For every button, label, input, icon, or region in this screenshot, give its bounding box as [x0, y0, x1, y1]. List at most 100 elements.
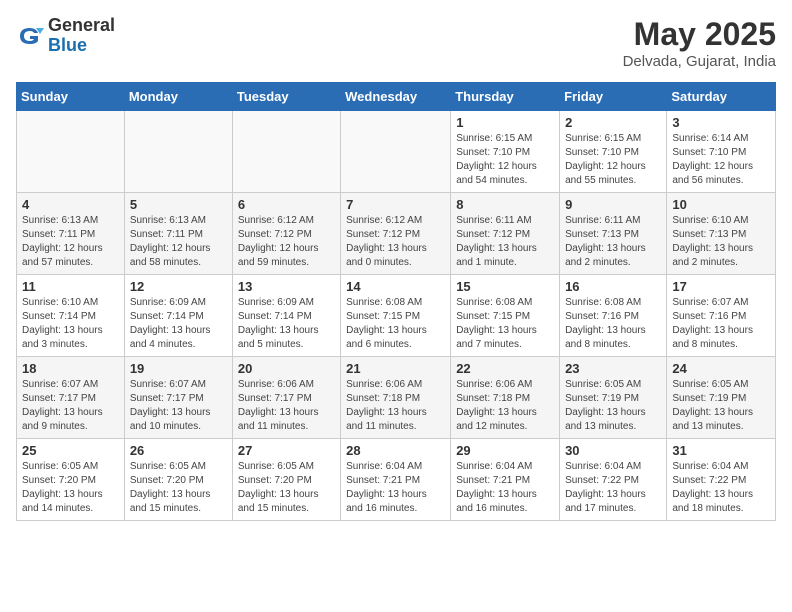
- calendar-week-row: 25 Sunrise: 6:05 AM Sunset: 7:20 PM Dayli…: [17, 439, 776, 521]
- day-info: Sunrise: 6:06 AM Sunset: 7:18 PM Dayligh…: [456, 378, 554, 434]
- day-info: Sunrise: 6:05 AM Sunset: 7:19 PM Dayligh…: [672, 378, 770, 434]
- day-number: 15: [456, 279, 554, 294]
- calendar-cell: 3 Sunrise: 6:14 AM Sunset: 7:10 PM Daylig…: [667, 111, 776, 193]
- day-number: 3: [672, 115, 770, 130]
- calendar-cell: 7 Sunrise: 6:12 AM Sunset: 7:12 PM Daylig…: [341, 193, 451, 275]
- weekday-header-sunday: Sunday: [17, 83, 125, 111]
- calendar-cell: 6 Sunrise: 6:12 AM Sunset: 7:12 PM Daylig…: [232, 193, 340, 275]
- day-number: 28: [346, 443, 445, 458]
- calendar-cell: 23 Sunrise: 6:05 AM Sunset: 7:19 PM Dayli…: [560, 357, 667, 439]
- calendar-cell: 12Sunrise: 6:09 AM Sunset: 7:14 PM Dayli…: [124, 275, 232, 357]
- day-info: Sunrise: 6:05 AM Sunset: 7:20 PM Dayligh…: [22, 460, 119, 516]
- title-area: May 2025 Delvada, Gujarat, India: [623, 16, 776, 70]
- calendar-cell: 21 Sunrise: 6:06 AM Sunset: 7:18 PM Dayli…: [341, 357, 451, 439]
- location-subtitle: Delvada, Gujarat, India: [623, 53, 776, 70]
- calendar-cell: 17Sunrise: 6:07 AM Sunset: 7:16 PM Dayli…: [667, 275, 776, 357]
- calendar-cell: 8 Sunrise: 6:11 AM Sunset: 7:12 PM Daylig…: [451, 193, 560, 275]
- calendar-cell: [341, 111, 451, 193]
- day-number: 14: [346, 279, 445, 294]
- day-info: Sunrise: 6:12 AM Sunset: 7:12 PM Dayligh…: [238, 214, 335, 270]
- logo-blue: Blue: [48, 36, 115, 56]
- day-info: Sunrise: 6:13 AM Sunset: 7:11 PM Dayligh…: [130, 214, 227, 270]
- day-number: 9: [565, 197, 661, 212]
- calendar-cell: 20Sunrise: 6:06 AM Sunset: 7:17 PM Dayli…: [232, 357, 340, 439]
- day-number: 4: [22, 197, 119, 212]
- day-info: Sunrise: 6:13 AM Sunset: 7:11 PM Dayligh…: [22, 214, 119, 270]
- weekday-header-row: SundayMondayTuesdayWednesdayThursdayFrid…: [17, 83, 776, 111]
- day-number: 21: [346, 361, 445, 376]
- calendar-cell: 22Sunrise: 6:06 AM Sunset: 7:18 PM Dayli…: [451, 357, 560, 439]
- day-info: Sunrise: 6:12 AM Sunset: 7:12 PM Dayligh…: [346, 214, 445, 270]
- calendar-cell: 18 Sunrise: 6:07 AM Sunset: 7:17 PM Dayli…: [17, 357, 125, 439]
- calendar-cell: 10 Sunrise: 6:10 AM Sunset: 7:13 PM Dayli…: [667, 193, 776, 275]
- day-number: 23: [565, 361, 661, 376]
- day-info: Sunrise: 6:15 AM Sunset: 7:10 PM Dayligh…: [565, 132, 661, 188]
- day-number: 30: [565, 443, 661, 458]
- calendar-cell: 1 Sunrise: 6:15 AM Sunset: 7:10 PM Daylig…: [451, 111, 560, 193]
- day-info: Sunrise: 6:15 AM Sunset: 7:10 PM Dayligh…: [456, 132, 554, 188]
- day-info: Sunrise: 6:11 AM Sunset: 7:12 PM Dayligh…: [456, 214, 554, 270]
- day-number: 6: [238, 197, 335, 212]
- day-number: 10: [672, 197, 770, 212]
- calendar-cell: 15 Sunrise: 6:08 AM Sunset: 7:15 PM Dayli…: [451, 275, 560, 357]
- calendar-cell: 30 Sunrise: 6:04 AM Sunset: 7:22 PM Dayli…: [560, 439, 667, 521]
- day-info: Sunrise: 6:07 AM Sunset: 7:17 PM Dayligh…: [130, 378, 227, 434]
- calendar-cell: 27 Sunrise: 6:05 AM Sunset: 7:20 PM Dayli…: [232, 439, 340, 521]
- day-info: Sunrise: 6:04 AM Sunset: 7:21 PM Dayligh…: [346, 460, 445, 516]
- calendar-cell: 16 Sunrise: 6:08 AM Sunset: 7:16 PM Dayli…: [560, 275, 667, 357]
- day-info: Sunrise: 6:06 AM Sunset: 7:18 PM Dayligh…: [346, 378, 445, 434]
- page-header: General Blue May 2025 Delvada, Gujarat, …: [16, 16, 776, 70]
- day-info: Sunrise: 6:08 AM Sunset: 7:15 PM Dayligh…: [346, 296, 445, 352]
- calendar-cell: 29 Sunrise: 6:04 AM Sunset: 7:21 PM Dayli…: [451, 439, 560, 521]
- logo-icon: [16, 22, 44, 50]
- logo: General Blue: [16, 16, 115, 56]
- day-info: Sunrise: 6:14 AM Sunset: 7:10 PM Dayligh…: [672, 132, 770, 188]
- day-number: 18: [22, 361, 119, 376]
- logo-text: General Blue: [48, 16, 115, 56]
- day-info: Sunrise: 6:05 AM Sunset: 7:19 PM Dayligh…: [565, 378, 661, 434]
- day-number: 12: [130, 279, 227, 294]
- calendar-week-row: 18 Sunrise: 6:07 AM Sunset: 7:17 PM Dayli…: [17, 357, 776, 439]
- day-number: 19: [130, 361, 227, 376]
- day-number: 25: [22, 443, 119, 458]
- calendar-cell: 13Sunrise: 6:09 AM Sunset: 7:14 PM Dayli…: [232, 275, 340, 357]
- day-number: 29: [456, 443, 554, 458]
- day-info: Sunrise: 6:10 AM Sunset: 7:13 PM Dayligh…: [672, 214, 770, 270]
- day-info: Sunrise: 6:04 AM Sunset: 7:22 PM Dayligh…: [565, 460, 661, 516]
- calendar-table: SundayMondayTuesdayWednesdayThursdayFrid…: [16, 82, 776, 521]
- day-info: Sunrise: 6:07 AM Sunset: 7:17 PM Dayligh…: [22, 378, 119, 434]
- day-number: 20: [238, 361, 335, 376]
- day-info: Sunrise: 6:04 AM Sunset: 7:22 PM Dayligh…: [672, 460, 770, 516]
- day-info: Sunrise: 6:10 AM Sunset: 7:14 PM Dayligh…: [22, 296, 119, 352]
- calendar-cell: [124, 111, 232, 193]
- weekday-header-friday: Friday: [560, 83, 667, 111]
- day-number: 16: [565, 279, 661, 294]
- day-number: 24: [672, 361, 770, 376]
- day-number: 1: [456, 115, 554, 130]
- calendar-cell: 19 Sunrise: 6:07 AM Sunset: 7:17 PM Dayli…: [124, 357, 232, 439]
- calendar-cell: [232, 111, 340, 193]
- day-info: Sunrise: 6:04 AM Sunset: 7:21 PM Dayligh…: [456, 460, 554, 516]
- day-info: Sunrise: 6:08 AM Sunset: 7:16 PM Dayligh…: [565, 296, 661, 352]
- calendar-week-row: 4 Sunrise: 6:13 AM Sunset: 7:11 PM Daylig…: [17, 193, 776, 275]
- calendar-week-row: 11Sunrise: 6:10 AM Sunset: 7:14 PM Dayli…: [17, 275, 776, 357]
- day-info: Sunrise: 6:09 AM Sunset: 7:14 PM Dayligh…: [238, 296, 335, 352]
- calendar-cell: 9Sunrise: 6:11 AM Sunset: 7:13 PM Daylig…: [560, 193, 667, 275]
- weekday-header-tuesday: Tuesday: [232, 83, 340, 111]
- day-number: 26: [130, 443, 227, 458]
- day-info: Sunrise: 6:07 AM Sunset: 7:16 PM Dayligh…: [672, 296, 770, 352]
- calendar-cell: 26Sunrise: 6:05 AM Sunset: 7:20 PM Dayli…: [124, 439, 232, 521]
- calendar-week-row: 1 Sunrise: 6:15 AM Sunset: 7:10 PM Daylig…: [17, 111, 776, 193]
- calendar-cell: 28 Sunrise: 6:04 AM Sunset: 7:21 PM Dayli…: [341, 439, 451, 521]
- weekday-header-thursday: Thursday: [451, 83, 560, 111]
- day-info: Sunrise: 6:08 AM Sunset: 7:15 PM Dayligh…: [456, 296, 554, 352]
- calendar-cell: 2 Sunrise: 6:15 AM Sunset: 7:10 PM Daylig…: [560, 111, 667, 193]
- weekday-header-saturday: Saturday: [667, 83, 776, 111]
- month-title: May 2025: [623, 16, 776, 53]
- day-info: Sunrise: 6:05 AM Sunset: 7:20 PM Dayligh…: [238, 460, 335, 516]
- day-number: 7: [346, 197, 445, 212]
- day-number: 27: [238, 443, 335, 458]
- day-number: 2: [565, 115, 661, 130]
- calendar-cell: 5Sunrise: 6:13 AM Sunset: 7:11 PM Daylig…: [124, 193, 232, 275]
- day-number: 8: [456, 197, 554, 212]
